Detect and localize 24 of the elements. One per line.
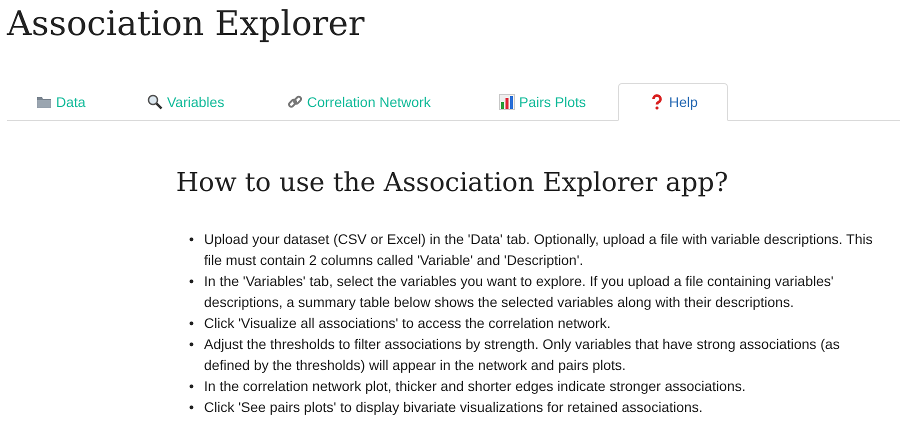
tab[interactable]: Pairs Plots — [460, 83, 618, 121]
bullet: • — [189, 398, 195, 417]
chain-link-icon — [287, 94, 303, 110]
bullet: • — [189, 230, 195, 249]
help-heading: How to use the Association Explorer app? — [176, 167, 728, 200]
folder-icon — [36, 94, 52, 110]
question-mark-icon — [649, 94, 665, 110]
help-step: Upload your dataset (CSV or Excel) in the 'Data' tab. Optionally, upload a file with variable descriptions. This file must contain 2 columns called 'Variable' and 'Description'. — [204, 229, 881, 271]
tab[interactable]: Data — [7, 83, 118, 121]
app-title: Association Explorer — [7, 3, 365, 46]
help-step: Click 'Visualize all associations' to access the correlation network. — [204, 313, 881, 334]
tab[interactable]: Help — [618, 83, 728, 121]
tab[interactable]: Correlation Network — [248, 83, 460, 121]
bullet: • — [189, 335, 195, 354]
help-step: In the correlation network plot, thicker and shorter edges indicate stronger associations. — [204, 376, 881, 397]
magnifier-icon — [147, 94, 163, 110]
help-step: In the 'Variables' tab, select the variables you want to explore. If you upload a file containing variables' descriptions, a summary table below shows the selected variables along with their descriptions. — [204, 271, 881, 313]
bar-chart-icon — [499, 94, 515, 110]
tab[interactable]: Variables — [118, 83, 248, 121]
bullet: • — [189, 314, 195, 333]
bullet: • — [189, 272, 195, 291]
help-step: Click 'See pairs plots' to display bivariate visualizations for retained associations. — [204, 397, 881, 418]
bullet: • — [189, 377, 195, 396]
help-step: Adjust the thresholds to filter associations by strength. Only variables that have strong associations (as defined by the thresholds) will appear in the network and pairs plots. — [204, 334, 881, 376]
